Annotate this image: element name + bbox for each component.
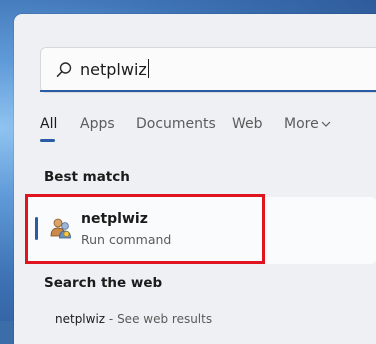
section-title-best-match: Best match — [44, 169, 130, 185]
web-suggestion-hint: - See web results — [108, 312, 213, 326]
web-suggestion-query: netplwiz — [55, 312, 106, 326]
chevron-down-icon — [321, 121, 331, 127]
tab-documents[interactable]: Documents — [136, 114, 216, 134]
search-input-focus-line — [40, 90, 376, 92]
search-query-text[interactable]: netplwiz — [80, 59, 149, 81]
tab-apps[interactable]: Apps — [80, 114, 115, 134]
tab-all[interactable]: All — [40, 114, 57, 134]
annotation-highlight-box — [25, 194, 265, 264]
tab-more[interactable]: More — [284, 114, 319, 134]
web-suggestion-item[interactable]: netplwiz - See web results — [55, 312, 212, 326]
active-tab-indicator — [40, 139, 55, 142]
section-title-search-web: Search the web — [44, 275, 163, 291]
search-icon — [56, 62, 72, 77]
text-caret — [147, 59, 149, 78]
tab-web[interactable]: Web — [232, 114, 263, 134]
